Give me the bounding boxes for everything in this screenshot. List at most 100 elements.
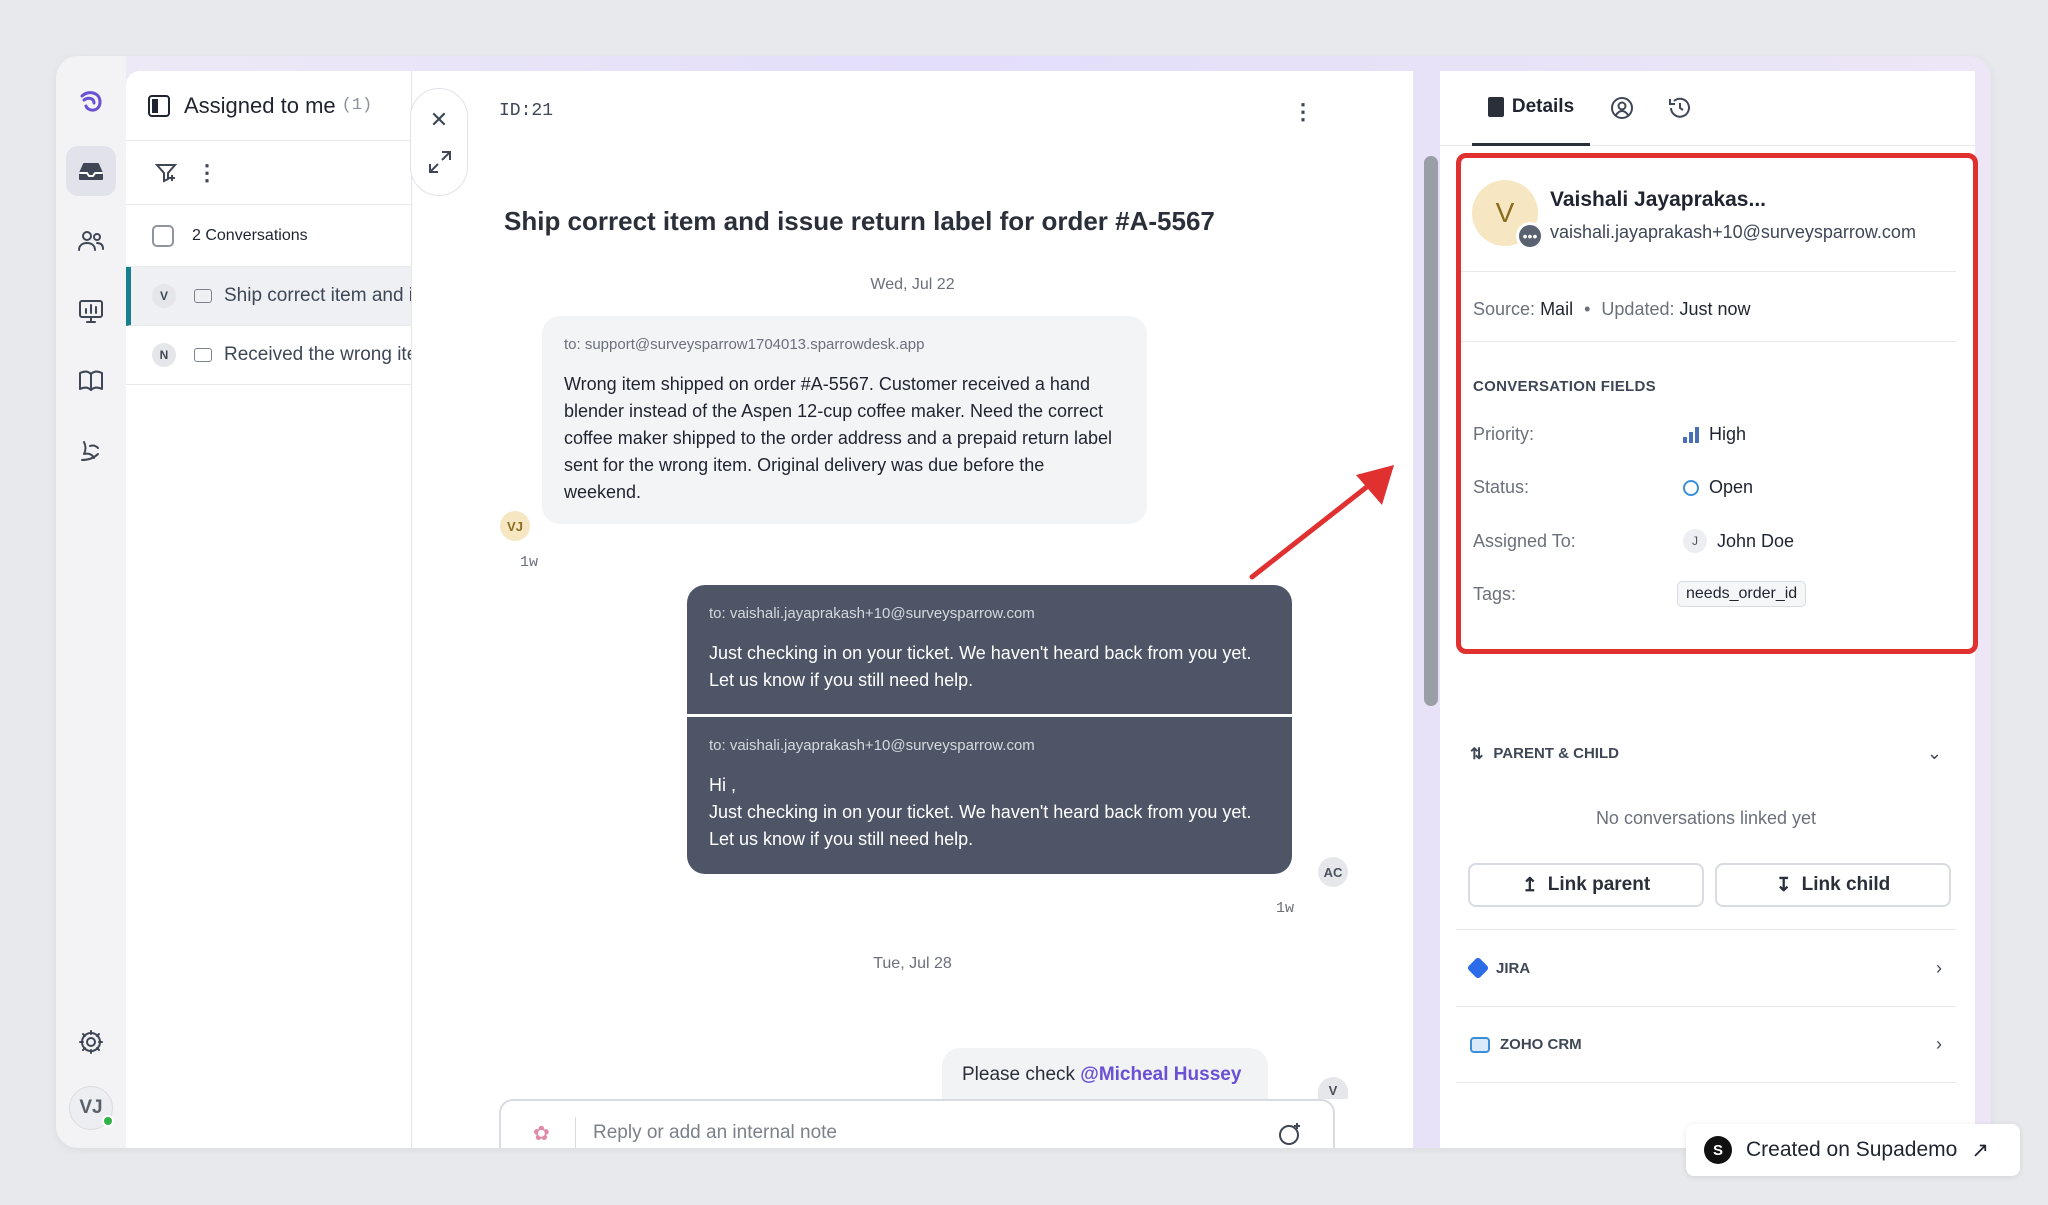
list-more-icon[interactable]: ⋮ bbox=[196, 161, 218, 184]
outbound-message: to: vaishali.jayaprakash+10@surveysparro… bbox=[687, 717, 1292, 874]
message-body: Hi , Just checking in on your ticket. We… bbox=[709, 775, 1252, 849]
view-title[interactable]: Assigned to me bbox=[184, 93, 336, 119]
inbound-message: to: support@surveysparrow1704013.sparrow… bbox=[542, 316, 1147, 524]
contact-initial: N bbox=[152, 343, 176, 367]
priority-text: High bbox=[1709, 424, 1747, 444]
message-time: 1w bbox=[1276, 900, 1295, 917]
select-all-checkbox[interactable] bbox=[152, 224, 174, 247]
link-parent-button[interactable]: ↥ Link parent bbox=[1468, 863, 1704, 907]
link-up-icon: ↥ bbox=[1521, 874, 1538, 896]
status-text: Open bbox=[1709, 477, 1754, 497]
link-child-button[interactable]: ↧ Link child bbox=[1715, 863, 1951, 907]
ticket-id: ID:21 bbox=[499, 101, 554, 121]
assigned-label: Assigned To: bbox=[1473, 531, 1576, 551]
chevron-right-icon[interactable]: › bbox=[1936, 1034, 1942, 1055]
composer-divider bbox=[575, 1117, 576, 1148]
status-value[interactable]: Open bbox=[1683, 477, 1753, 498]
contact-name[interactable]: Vaishali Jayaprakas... bbox=[1550, 188, 1766, 212]
mail-icon bbox=[194, 348, 212, 362]
conversations-count-row: 2 Conversations bbox=[126, 205, 411, 267]
chevron-down-icon[interactable]: ⌄ bbox=[1927, 743, 1942, 764]
conversation-subject: Received the wrong item bbox=[224, 344, 411, 365]
sender-avatar: VJ bbox=[500, 511, 530, 541]
mail-icon bbox=[194, 289, 212, 303]
history-icon[interactable] bbox=[1667, 95, 1693, 121]
conversation-list-panel: Assigned to me (1) ⋮ 2 Conversations V S… bbox=[126, 71, 412, 1148]
filter-icon[interactable] bbox=[154, 161, 178, 185]
panel-toggle-icon[interactable] bbox=[148, 94, 170, 117]
knowledge-base-icon[interactable] bbox=[66, 356, 116, 406]
conversation-item[interactable]: V Ship correct item and issue return lab… bbox=[126, 267, 411, 326]
external-link-icon: ↗ bbox=[1971, 1138, 1989, 1162]
tags-label: Tags: bbox=[1473, 584, 1517, 604]
sparrow-ai-icon[interactable]: ✿ bbox=[533, 1121, 550, 1146]
priority-value[interactable]: High bbox=[1683, 424, 1746, 445]
tab-details[interactable]: Details bbox=[1472, 71, 1590, 146]
contact-initial: V bbox=[152, 284, 176, 308]
zoho-crm-icon bbox=[1470, 1036, 1490, 1053]
message-body: Just checking in on your ticket. We have… bbox=[709, 643, 1252, 690]
panel-controls: ✕ bbox=[410, 88, 468, 196]
agent-avatar: AC bbox=[1318, 857, 1348, 887]
reply-composer[interactable]: ✿ Reply or add an internal note bbox=[499, 1099, 1335, 1148]
message-recipient: to: vaishali.jayaprakash+10@surveysparro… bbox=[709, 737, 1035, 754]
zoho-crm-title: ZOHO CRM bbox=[1500, 1036, 1582, 1053]
separator: • bbox=[1584, 299, 1591, 319]
close-icon[interactable]: ✕ bbox=[411, 107, 467, 133]
date-separator: Wed, Jul 22 bbox=[870, 276, 955, 293]
app-window: VJ Assigned to me (1) ⋮ 2 Conversations … bbox=[56, 56, 1991, 1148]
contact-avatar-initial: V bbox=[1495, 197, 1515, 228]
ai-compose-icon[interactable] bbox=[1277, 1121, 1303, 1147]
note-text: Please check bbox=[962, 1064, 1081, 1085]
source-line: Source: Mail • Updated: Just now bbox=[1473, 299, 1751, 320]
jira-section[interactable]: JIRA › bbox=[1456, 929, 1956, 1006]
contact-card: V ••• Vaishali Jayaprakas... vaishali.ja… bbox=[1456, 166, 1956, 256]
message-body: Wrong item shipped on order #A-5567. Cus… bbox=[564, 374, 1113, 502]
settings-icon[interactable] bbox=[66, 1017, 116, 1067]
more-icon[interactable]: ••• bbox=[1516, 222, 1544, 250]
contact-profile-icon[interactable] bbox=[1609, 95, 1635, 121]
logo-icon[interactable] bbox=[66, 76, 116, 126]
expand-icon[interactable] bbox=[427, 149, 453, 175]
tag-chip[interactable]: needs_order_id bbox=[1677, 581, 1807, 607]
priority-label: Priority: bbox=[1473, 424, 1535, 444]
zoho-crm-section[interactable]: ZOHO CRM › bbox=[1456, 1006, 1956, 1083]
list-toolbar: ⋮ bbox=[126, 141, 411, 205]
parent-child-icon: ⇅ bbox=[1470, 745, 1484, 763]
assignee-name: John Doe bbox=[1717, 530, 1795, 551]
tags-value[interactable]: needs_order_id bbox=[1677, 581, 1807, 607]
chat-scrollbar[interactable] bbox=[1424, 156, 1438, 706]
supademo-logo-icon: S bbox=[1704, 1136, 1732, 1164]
details-icon bbox=[1487, 97, 1504, 117]
view-count: (1) bbox=[341, 96, 373, 115]
conversation-more-icon[interactable]: ⋮ bbox=[1292, 99, 1314, 125]
conversation-item[interactable]: N Received the wrong item bbox=[126, 326, 411, 385]
message-recipient: to: vaishali.jayaprakash+10@surveysparro… bbox=[709, 605, 1035, 622]
note-author-avatar: V bbox=[1318, 1077, 1348, 1099]
sparrow-icon[interactable] bbox=[66, 426, 116, 476]
jira-icon bbox=[1466, 956, 1490, 980]
reports-icon[interactable] bbox=[66, 286, 116, 336]
online-status-dot bbox=[102, 1115, 114, 1127]
conversation-fields-title: CONVERSATION FIELDS bbox=[1473, 378, 1656, 395]
parent-child-section[interactable]: ⇅ PARENT & CHILD ⌄ bbox=[1456, 715, 1956, 792]
nav-rail: VJ bbox=[56, 56, 126, 1148]
contacts-icon[interactable] bbox=[66, 216, 116, 266]
chevron-right-icon[interactable]: › bbox=[1936, 958, 1942, 979]
updated-label: Updated: bbox=[1601, 299, 1675, 319]
user-avatar[interactable]: VJ bbox=[69, 1086, 114, 1130]
assignee-value[interactable]: J John Doe bbox=[1683, 529, 1794, 553]
conversations-count: 2 Conversations bbox=[192, 226, 308, 244]
conversation-subject: Ship correct item and issue return label… bbox=[224, 285, 411, 306]
supademo-badge[interactable]: S Created on Supademo ↗ bbox=[1686, 1124, 2020, 1176]
tab-details-label: Details bbox=[1511, 96, 1575, 117]
inbox-icon[interactable] bbox=[66, 146, 116, 196]
mention[interactable]: @Micheal Hussey bbox=[1080, 1064, 1241, 1085]
message-time: 1w bbox=[520, 554, 539, 571]
reply-input[interactable]: Reply or add an internal note bbox=[593, 1122, 837, 1144]
supademo-label: Created on Supademo bbox=[1746, 1138, 1958, 1161]
parent-child-title: PARENT & CHILD bbox=[1493, 745, 1619, 762]
contact-avatar: V ••• bbox=[1472, 180, 1544, 250]
divider bbox=[1456, 341, 1956, 342]
status-label: Status: bbox=[1473, 477, 1530, 497]
